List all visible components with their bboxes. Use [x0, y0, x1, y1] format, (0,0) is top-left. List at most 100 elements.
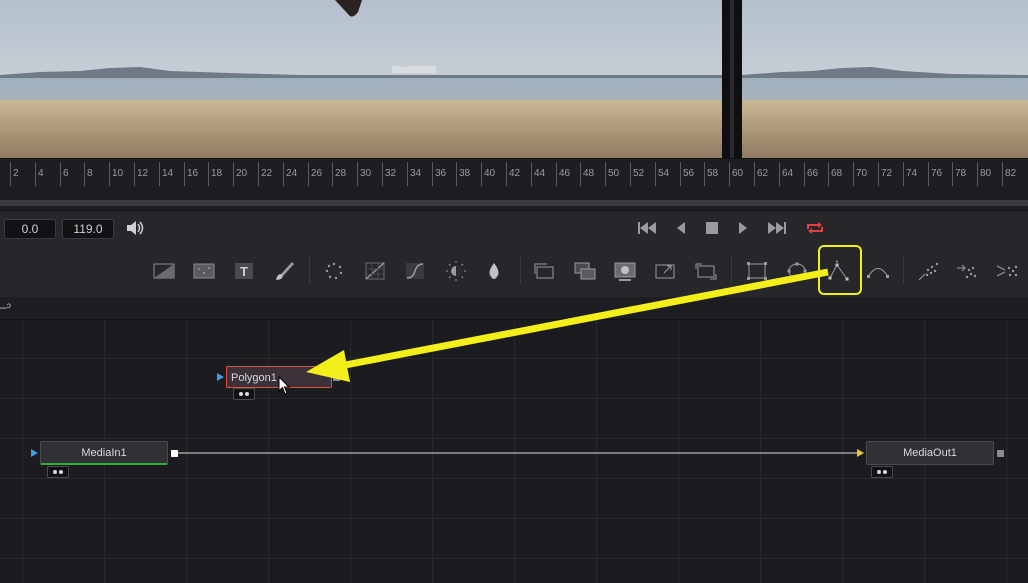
end-time-field[interactable]: 119.0: [62, 219, 114, 239]
ruler-label: 72: [881, 168, 893, 179]
node-editor-tab[interactable]: –ᵓ: [0, 300, 11, 314]
polygon-output-port[interactable]: [333, 374, 340, 381]
ruler-tick: [159, 162, 160, 186]
transform-tool-icon[interactable]: [573, 260, 597, 282]
mediaout-node[interactable]: MediaOut1: [866, 441, 994, 465]
ruler-tick: [208, 162, 209, 186]
ruler-label: 66: [807, 168, 819, 179]
polygon-node[interactable]: Polygon1: [226, 366, 332, 388]
ruler-label: 44: [534, 168, 546, 179]
ruler-label: 4: [38, 168, 44, 179]
ruler-tick: [531, 162, 532, 186]
ruler-label: 48: [583, 168, 595, 179]
fast-noise-tool-icon[interactable]: [192, 260, 216, 282]
stop-icon[interactable]: [701, 219, 723, 237]
play-reverse-icon[interactable]: [670, 219, 692, 237]
paint-tool-icon[interactable]: [272, 260, 296, 282]
pemitter-icon[interactable]: [917, 260, 941, 282]
ruler-tick: [134, 162, 135, 186]
ruler-label: 36: [435, 168, 447, 179]
mediain-node-label: MediaIn1: [81, 447, 127, 459]
prender-icon[interactable]: [955, 260, 979, 282]
ruler-label: 46: [559, 168, 571, 179]
ruler-label: 62: [757, 168, 769, 179]
ruler-tick: [853, 162, 854, 186]
polygon-view-toggle[interactable]: [233, 388, 255, 400]
ruler-label: 74: [906, 168, 918, 179]
ruler-label: 80: [980, 168, 992, 179]
start-time-field[interactable]: 0.0: [4, 219, 56, 239]
ruler-label: 22: [261, 168, 273, 179]
ruler-tick: [580, 162, 581, 186]
ruler-tick: [704, 162, 705, 186]
ruler-label: 64: [782, 168, 794, 179]
ruler-label: 52: [633, 168, 645, 179]
ruler-tick: [308, 162, 309, 186]
ruler-label: 60: [732, 168, 744, 179]
pmerge-icon[interactable]: [995, 260, 1019, 282]
text-tool-icon[interactable]: T: [232, 260, 256, 282]
mediaout-view-toggle[interactable]: [871, 466, 893, 478]
go-to-start-icon[interactable]: [636, 219, 658, 237]
go-to-end-icon[interactable]: [766, 219, 788, 237]
ruler-label: 32: [385, 168, 397, 179]
volume-icon[interactable]: [124, 219, 146, 237]
time-ruler[interactable]: 2 4 6 8 10 12 14 16 18 20 22 24 26 28 30 32 34 36 38 40 42 44…: [0, 162, 1028, 190]
timeline-scrollbar[interactable]: [0, 200, 1028, 206]
ruler-tick: [754, 162, 755, 186]
mediain-output-port[interactable]: [171, 450, 178, 457]
mediaout-output-port[interactable]: [997, 450, 1004, 457]
ruler-label: 34: [410, 168, 422, 179]
particles-tool-icon[interactable]: [322, 260, 346, 282]
ruler-tick: [481, 162, 482, 186]
merge-tool-icon[interactable]: [533, 260, 557, 282]
mediaout-input-port[interactable]: [857, 449, 864, 457]
ruler-label: 82: [1005, 168, 1017, 179]
bspline-mask-icon[interactable]: [866, 260, 890, 282]
polygon-node-label: Polygon1: [231, 372, 277, 384]
color-corrector-tool-icon[interactable]: [444, 260, 468, 282]
ruler-label: 50: [608, 168, 620, 179]
ruler-label: 54: [658, 168, 670, 179]
background-tool-icon[interactable]: [152, 260, 176, 282]
ruler-label: 12: [137, 168, 149, 179]
mediain-input-port[interactable]: [31, 449, 38, 457]
ruler-tick: [456, 162, 457, 186]
mediain-view-toggle[interactable]: [47, 466, 69, 478]
ruler-label: 16: [187, 168, 199, 179]
polygon-input-port[interactable]: [217, 373, 224, 381]
ruler-tick: [357, 162, 358, 186]
ruler-tick: [556, 162, 557, 186]
brightness-contrast-tool-icon[interactable]: [403, 260, 427, 282]
color-curves-tool-icon[interactable]: [363, 260, 387, 282]
ruler-tick: [10, 162, 11, 186]
ruler-label: 56: [683, 168, 695, 179]
ruler-tick: [779, 162, 780, 186]
letterbox-tool-icon[interactable]: [694, 260, 718, 282]
ellipse-mask-icon[interactable]: [785, 260, 809, 282]
play-icon[interactable]: [732, 219, 754, 237]
ruler-label: 38: [459, 168, 471, 179]
viewer-right[interactable]: [742, 0, 1028, 158]
svg-text:T: T: [240, 264, 248, 279]
ruler-tick: [655, 162, 656, 186]
loop-icon[interactable]: [804, 219, 826, 237]
ruler-tick: [432, 162, 433, 186]
ruler-tick: [184, 162, 185, 186]
viewer-divider[interactable]: [722, 0, 742, 158]
ruler-label: 70: [856, 168, 868, 179]
ruler-label: 6: [63, 168, 69, 179]
mediain-node[interactable]: MediaIn1: [40, 441, 168, 465]
ruler-label: 10: [112, 168, 124, 179]
ruler-tick: [1002, 162, 1003, 186]
viewer-left[interactable]: [0, 0, 722, 158]
resize-tool-icon[interactable]: [653, 260, 677, 282]
ruler-tick: [283, 162, 284, 186]
rectangle-mask-icon[interactable]: [745, 260, 769, 282]
ruler-label: 78: [955, 168, 967, 179]
dve-tool-icon[interactable]: [613, 260, 637, 282]
mediaout-node-label: MediaOut1: [903, 447, 957, 459]
blur-tool-icon[interactable]: [482, 260, 506, 282]
ruler-label: 68: [831, 168, 843, 179]
ruler-tick: [506, 162, 507, 186]
